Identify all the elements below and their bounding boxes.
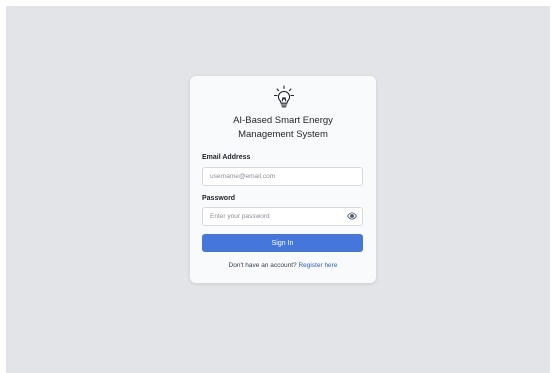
app-title-line-1: AI-Based Smart Energy bbox=[233, 115, 333, 126]
lightbulb-icon bbox=[273, 85, 295, 108]
page: AI-Based Smart Energy Management System … bbox=[0, 0, 556, 373]
email-field[interactable] bbox=[202, 167, 363, 186]
sign-in-button[interactable]: Sign In bbox=[202, 234, 363, 252]
register-link[interactable]: Register here bbox=[298, 262, 337, 269]
password-label: Password bbox=[202, 195, 236, 202]
app-title-line-2: Management System bbox=[238, 129, 328, 140]
register-prompt: Don't have an account? Register here bbox=[190, 262, 376, 269]
register-prompt-text: Don't have an account? bbox=[228, 262, 297, 269]
password-field[interactable] bbox=[202, 207, 363, 226]
email-label: Email Address bbox=[202, 154, 251, 161]
app-title: AI-Based Smart Energy Management System bbox=[190, 114, 376, 142]
eye-icon[interactable] bbox=[347, 211, 357, 221]
login-card: AI-Based Smart Energy Management System … bbox=[190, 76, 376, 283]
